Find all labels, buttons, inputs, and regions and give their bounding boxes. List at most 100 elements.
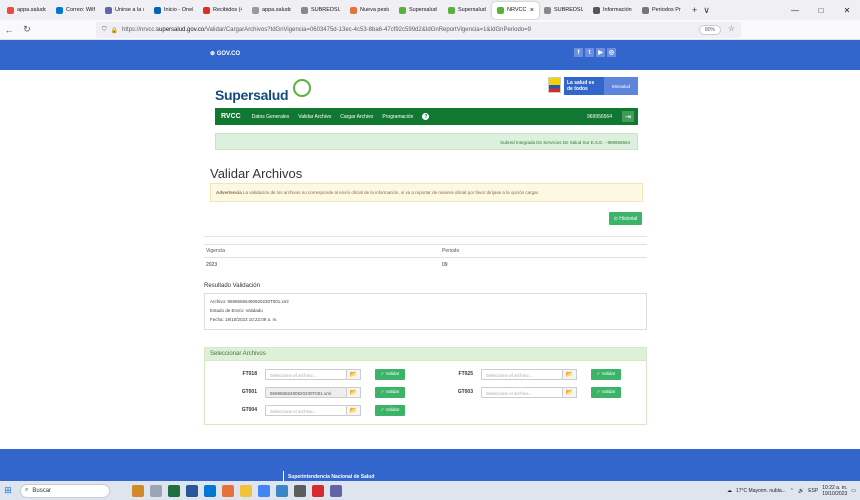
- folder-icon[interactable]: 📂: [563, 368, 577, 380]
- tab-label: Información: [603, 7, 632, 13]
- menu-item-datos-generales[interactable]: Datos Generales: [252, 114, 290, 120]
- folder-icon[interactable]: 📂: [347, 368, 361, 380]
- briefcase-icon[interactable]: [132, 484, 144, 497]
- browser-tab[interactable]: appa.saludcapital: [247, 2, 296, 19]
- wifi-icon[interactable]: ⌃: [790, 488, 794, 494]
- folder-icon[interactable]: 📂: [563, 386, 577, 398]
- bookmark-star-icon[interactable]: ☆: [728, 24, 735, 33]
- volume-icon[interactable]: 🔊: [798, 488, 804, 494]
- taskbar-search[interactable]: ⌕ Buscar: [20, 483, 110, 498]
- history-button[interactable]: ⊙ Historial: [609, 212, 642, 225]
- logout-icon[interactable]: ⇥: [622, 111, 634, 122]
- file-input[interactable]: Seleccione el archivo...: [481, 386, 563, 398]
- browser-tab[interactable]: Correo: Wilfre: [51, 2, 100, 19]
- app-icon[interactable]: [186, 484, 198, 497]
- tab-list-button[interactable]: ∨: [703, 5, 710, 16]
- validate-button[interactable]: ✓ Validar: [591, 386, 621, 398]
- tab-favicon-icon: [154, 6, 161, 14]
- validate-button[interactable]: ✓ Validar: [591, 368, 621, 380]
- tab-label: SUBREDSUR: [311, 7, 340, 13]
- app-icon[interactable]: [294, 484, 306, 497]
- file-input[interactable]: Seleccione el archivo...: [481, 368, 563, 380]
- file-input[interactable]: Seleccione el archivo...: [265, 368, 347, 380]
- youtube-icon[interactable]: ▶: [596, 48, 605, 57]
- language[interactable]: ESP: [808, 488, 818, 494]
- facebook-icon[interactable]: f: [574, 48, 583, 57]
- zoom-level[interactable]: 80%: [698, 25, 721, 35]
- shield-icon: ⛉: [102, 26, 107, 33]
- browser-tab[interactable]: Información: [588, 2, 637, 19]
- tab-label: NRVCC: [507, 7, 527, 13]
- new-tab-button[interactable]: +: [692, 5, 697, 15]
- browser-tab[interactable]: Unirse a la co: [100, 2, 149, 19]
- browser-tab[interactable]: Periodos Presenta: [637, 2, 686, 19]
- folder-icon[interactable]: 📂: [347, 386, 361, 398]
- back-icon[interactable]: ←: [0, 25, 18, 35]
- menu-item-cargar-archivo[interactable]: Cargar Archivo: [340, 114, 373, 120]
- url-prefix: https://nrvcc.: [122, 27, 157, 33]
- file-input[interactable]: 96995656490920230T001.xml: [265, 386, 347, 398]
- browser-tab[interactable]: appa.saludcapital: [2, 2, 51, 19]
- notifications-icon[interactable]: ▭: [851, 488, 856, 494]
- weather-text[interactable]: 17°C Mayorm. nubla...: [736, 488, 786, 494]
- vigencia-value: 2023: [206, 262, 218, 268]
- browser-tab[interactable]: Supersalud: [394, 2, 443, 19]
- excel-icon[interactable]: [168, 484, 180, 497]
- tab-favicon-icon: [497, 6, 504, 14]
- url-bar[interactable]: ⛉ 🔒 https://nrvcc. supersalud.gov.co/Vali…: [96, 22, 741, 38]
- colombia-shield-icon: [548, 77, 561, 93]
- teams-icon[interactable]: [330, 484, 342, 497]
- clock[interactable]: 10:22 a. m. 19/10/2023: [822, 485, 847, 497]
- govco-logo[interactable]: ⊛ GOV.CO: [210, 50, 240, 57]
- minimize-button[interactable]: —: [782, 6, 808, 15]
- tab-favicon-icon: [252, 6, 259, 14]
- browser-tab[interactable]: SUBREDSUR: [539, 2, 588, 19]
- warning-label: Advertencia: [216, 190, 242, 195]
- close-window-button[interactable]: ✕: [834, 6, 860, 15]
- browser-tab[interactable]: Nueva pestañ: [345, 2, 394, 19]
- tab-label: SUBREDSUR: [554, 7, 583, 13]
- clock-date: 19/10/2023: [822, 490, 848, 497]
- browser-nav-bar: ← ↻ ⛉ 🔒 https://nrvcc. supersalud.gov.co /…: [0, 20, 860, 55]
- validate-button[interactable]: ✓ Validar: [375, 368, 405, 380]
- taskbar-apps: [132, 484, 342, 497]
- acrobat-icon[interactable]: [312, 484, 324, 497]
- browser-tab[interactable]: Inicio - OneD: [149, 2, 198, 19]
- browser-tab[interactable]: SUBREDSUR: [296, 2, 345, 19]
- divider: [283, 471, 284, 481]
- app-name[interactable]: RVCC: [221, 113, 241, 120]
- chrome-icon[interactable]: [258, 484, 270, 497]
- help-icon[interactable]: ?: [422, 113, 430, 120]
- browser-tab[interactable]: NRVCC ×: [492, 1, 539, 19]
- reload-icon[interactable]: ↻: [18, 24, 36, 35]
- maximize-button[interactable]: □: [808, 6, 834, 15]
- firefox-icon[interactable]: [222, 484, 234, 497]
- tab-favicon-icon: [642, 6, 649, 14]
- twitter-icon[interactable]: t: [585, 48, 594, 57]
- validate-button[interactable]: ✓ Validar: [375, 404, 405, 416]
- outlook-icon[interactable]: [204, 484, 216, 497]
- folder-icon[interactable]: [240, 484, 252, 497]
- brand-header: Supersalud La salud es de todos Minsalud: [215, 75, 638, 103]
- menu-item-validar-archivo[interactable]: Validar Archivo: [298, 114, 331, 120]
- menu-item-programacion[interactable]: Programación: [382, 114, 413, 120]
- windows-start-icon[interactable]: ⊞: [0, 481, 16, 500]
- folder-icon[interactable]: 📂: [347, 404, 361, 416]
- warning-text: La validación de los archivos no corresp…: [241, 190, 540, 195]
- browser-tab[interactable]: Supersalud |: [443, 2, 492, 19]
- task-view-icon[interactable]: [150, 484, 162, 497]
- instagram-icon[interactable]: ◎: [607, 48, 616, 57]
- file-input[interactable]: Seleccione el archivo...: [265, 404, 347, 416]
- search-icon: ⌕: [25, 487, 29, 493]
- tab-favicon-icon: [105, 6, 112, 14]
- validate-button[interactable]: ✓ Validar: [375, 386, 405, 398]
- browser-tab[interactable]: Recibidos (49: [198, 2, 247, 19]
- tab-close-icon[interactable]: ×: [530, 7, 534, 14]
- divider: [204, 244, 647, 245]
- tab-favicon-icon: [448, 6, 455, 14]
- windows-taskbar: ⊞ ⌕ Buscar ☁ 17°C Mayorm. nubla... ⌃ 🔊 E…: [0, 481, 860, 500]
- vigencia-label: Vigencia: [206, 248, 226, 254]
- app-icon[interactable]: [276, 484, 288, 497]
- lock-icon: 🔒: [110, 27, 118, 34]
- file-row-gt001: GT001 96995656490920230T001.xml 📂 ✓ Vali…: [229, 386, 405, 398]
